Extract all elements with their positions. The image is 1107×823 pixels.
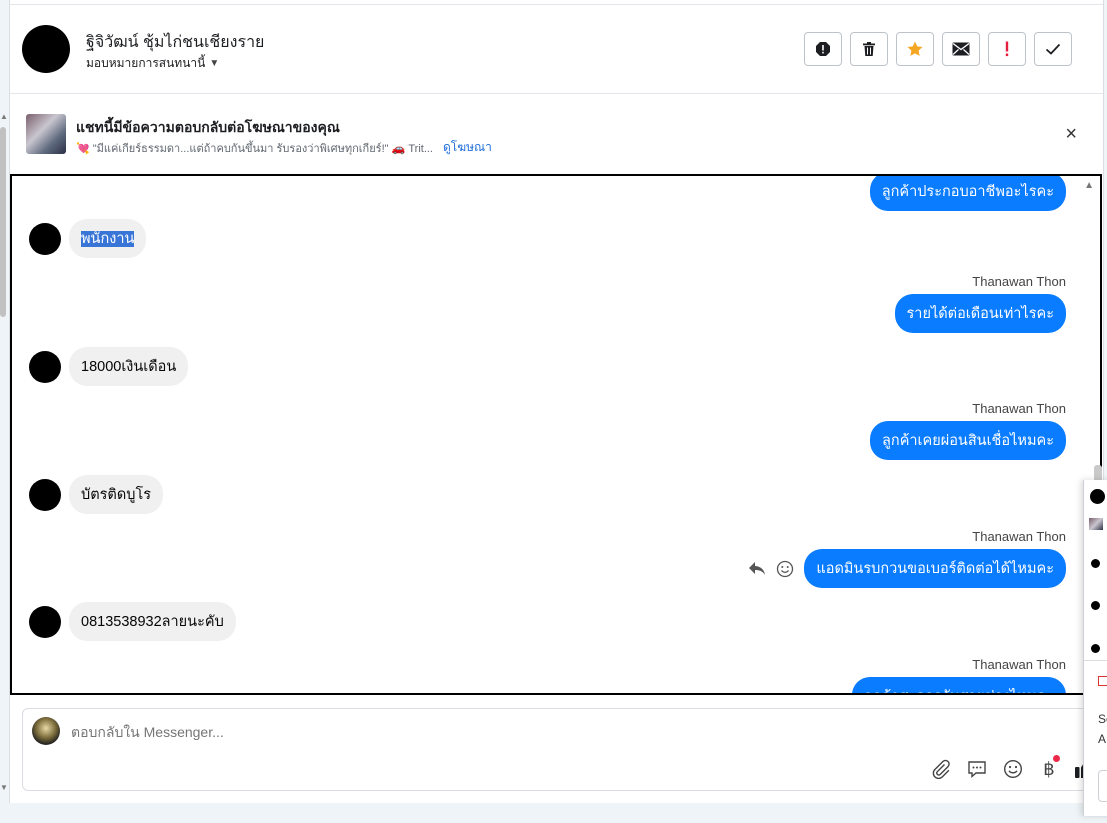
message-incoming: บัตรติดบูโร — [29, 475, 164, 514]
reply-input[interactable] — [71, 724, 771, 740]
message-outgoing: Thanawan Thon ลูกค้าเคยผ่อนสินเชื่อไหมคะ — [870, 401, 1066, 460]
delete-button[interactable] — [850, 32, 888, 66]
message-outgoing: Thanawan Thon ลูกค้าสะดวกรับสายช่วงไหนคะ — [851, 657, 1066, 693]
header-actions — [804, 32, 1072, 66]
scroll-down-arrow-icon[interactable]: ▼ — [0, 783, 8, 792]
message-bubble[interactable]: รายได้ต่อเดือนเท่าไรคะ — [894, 294, 1066, 333]
message-incoming: 0813538932ลายนะคับ — [29, 602, 236, 641]
scroll-up-arrow-icon[interactable]: ▲ — [0, 112, 8, 121]
message-bubble[interactable]: 0813538932ลายนะคับ — [69, 602, 236, 641]
close-icon[interactable]: × — [1065, 124, 1077, 144]
mark-unread-button[interactable] — [942, 32, 980, 66]
popup-list-dot — [1091, 644, 1100, 653]
message-thread[interactable]: ▲ ลูกค้าประกอบอาชีพอะไรคะ พนักงาน Thanaw… — [10, 174, 1102, 695]
contact-avatar-small — [29, 350, 61, 383]
reply-icon[interactable] — [748, 561, 766, 577]
conversation-panel: ฐิจิวัฒน์ ชุ้มไก่ชนเชียงราย มอบหมายการสน… — [9, 0, 1104, 803]
message-incoming: 18000เงินเดือน — [29, 347, 189, 386]
mark-done-button[interactable] — [1034, 32, 1072, 66]
page-avatar — [32, 717, 60, 745]
ad-banner-subtitle: 💘 "มีแค่เกียร์ธรรมดา...แต่ถ้าคบกันขึ้นมา… — [76, 138, 492, 157]
mark-spam-button[interactable] — [804, 32, 842, 66]
trash-icon — [863, 42, 875, 56]
follow-up-icon — [1005, 41, 1009, 57]
conversation-header: ฐิจิวัฒน์ ชุ้มไก่ชนเชียงราย มอบหมายการสน… — [10, 5, 1103, 94]
assign-conversation-dropdown[interactable]: มอบหมายการสนทนานี้ ▼ — [86, 54, 219, 73]
assign-label: มอบหมายการสนทนานี้ — [86, 56, 206, 70]
message-outgoing: ลูกค้าประกอบอาชีพอะไรคะ — [869, 176, 1066, 211]
selected-text: พนักงาน — [81, 231, 135, 247]
message-outgoing: Thanawan Thon แอดมินรบกวนขอเบอร์ติดต่อได… — [748, 529, 1066, 588]
star-icon — [907, 41, 923, 56]
payment-button[interactable]: ฿ — [1037, 755, 1061, 781]
popup-text: A — [1098, 732, 1107, 746]
message-outgoing: Thanawan Thon รายได้ต่อเดือนเท่าไรคะ — [894, 274, 1066, 333]
popup-thumbnail — [1089, 518, 1103, 530]
view-ad-link[interactable]: ดูโฆษณา — [443, 138, 492, 157]
message-bubble[interactable]: ลูกค้าสะดวกรับสายช่วงไหนคะ — [851, 677, 1066, 693]
popup-button[interactable] — [1098, 770, 1107, 802]
scroll-up-arrow-icon[interactable]: ▲ — [1084, 180, 1094, 191]
message-bubble[interactable]: บัตรติดบูโร — [69, 475, 164, 514]
contact-avatar[interactable] — [22, 25, 70, 73]
popup-text: Se — [1098, 712, 1107, 726]
message-bubble[interactable]: 18000เงินเดือน — [69, 347, 189, 386]
contact-avatar-small — [29, 222, 61, 255]
message-bubble[interactable]: ลูกค้าประกอบอาชีพอะไรคะ — [869, 176, 1066, 211]
page-scrollbar[interactable]: ▲ ▼ — [0, 112, 8, 792]
message-bubble[interactable]: แอดมินรบกวนขอเบอร์ติดต่อได้ไหมคะ — [804, 549, 1066, 588]
side-popup: Se A — [1083, 480, 1107, 816]
follow-up-button[interactable] — [988, 32, 1026, 66]
contact-avatar-small — [29, 605, 61, 638]
notification-dot — [1053, 755, 1060, 762]
composer-toolbar: ฿ — [929, 755, 1097, 781]
saved-replies-button[interactable] — [965, 757, 989, 781]
spam-icon — [816, 42, 830, 56]
done-icon — [1045, 43, 1061, 55]
emoji-icon — [1003, 759, 1023, 779]
ad-thumbnail[interactable] — [26, 114, 66, 154]
ad-snippet: 💘 "มีแค่เกียร์ธรรมดา...แต่ถ้าคบกันขึ้นมา… — [76, 142, 433, 155]
sender-name: Thanawan Thon — [972, 401, 1066, 416]
popup-list-dot — [1091, 601, 1100, 610]
mail-icon — [952, 42, 970, 56]
attach-icon — [932, 759, 950, 779]
sender-name: Thanawan Thon — [972, 529, 1066, 544]
popup-avatar — [1090, 489, 1105, 504]
message-composer: ฿ — [22, 708, 1102, 791]
scrollbar-thumb[interactable] — [0, 127, 6, 317]
emoji-button[interactable] — [1001, 757, 1025, 781]
attach-button[interactable] — [929, 757, 953, 781]
contact-name[interactable]: ฐิจิวัฒน์ ชุ้มไก่ชนเชียงราย — [86, 30, 264, 55]
message-incoming: พนักงาน — [29, 219, 147, 258]
react-emoji-icon[interactable] — [776, 560, 794, 578]
sender-name: Thanawan Thon — [972, 657, 1066, 672]
star-button[interactable] — [896, 32, 934, 66]
ad-reply-banner: แชทนี้มีข้อความตอบกลับต่อโฆษณาของคุณ 💘 "… — [10, 94, 1103, 172]
message-bubble[interactable]: พนักงาน — [69, 219, 147, 258]
popup-icon — [1098, 676, 1107, 686]
baht-icon: ฿ — [1043, 758, 1055, 779]
ad-banner-title: แชทนี้มีข้อความตอบกลับต่อโฆษณาของคุณ — [76, 119, 340, 135]
divider — [1084, 660, 1107, 661]
sender-name: Thanawan Thon — [972, 274, 1066, 289]
contact-avatar-small — [29, 478, 61, 511]
popup-list-dot — [1091, 559, 1100, 568]
caret-down-icon: ▼ — [209, 58, 220, 69]
saved-reply-icon — [968, 761, 986, 779]
message-bubble[interactable]: ลูกค้าเคยผ่อนสินเชื่อไหมคะ — [870, 421, 1066, 460]
